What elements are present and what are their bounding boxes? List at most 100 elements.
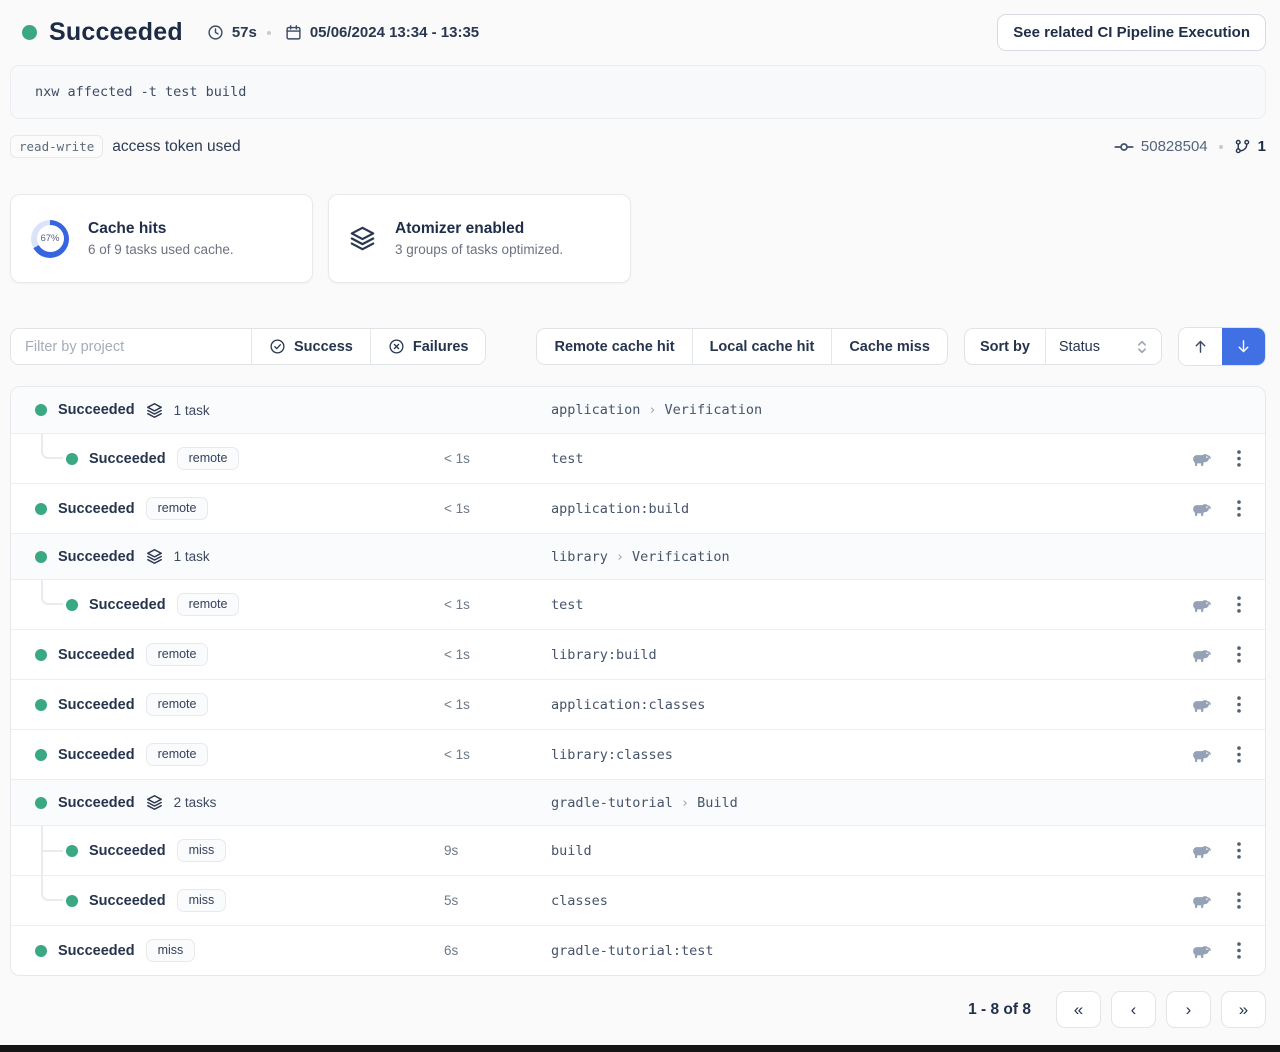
task-row[interactable]: Succeeded remote < 1s test: [11, 433, 1265, 483]
group-breadcrumb: library › Verification: [551, 549, 1161, 565]
cache-hits-donut-chart: 67%: [31, 220, 69, 258]
task-group-row: Succeeded 2 tasks gradle-tutorial › Buil…: [11, 779, 1265, 825]
see-related-ci-pipeline-button[interactable]: See related CI Pipeline Execution: [997, 14, 1266, 51]
task-duration: 5s: [444, 893, 551, 908]
cache-status-badge: miss: [177, 889, 227, 912]
gradle-scan-button[interactable]: [1191, 843, 1212, 859]
page-title: Succeeded: [49, 18, 183, 47]
row-menu-button[interactable]: [1237, 696, 1241, 713]
gradle-scan-button[interactable]: [1191, 647, 1212, 663]
row-status-label: Succeeded: [58, 501, 135, 517]
row-menu-button[interactable]: [1237, 646, 1241, 663]
kebab-menu-icon: [1237, 746, 1241, 763]
task-row[interactable]: Succeeded remote < 1s application:classe…: [11, 679, 1265, 729]
last-page-button[interactable]: »: [1221, 991, 1266, 1028]
run-header: Succeeded 57s 05/06/2024 13:34 - 13:35 S…: [0, 0, 1280, 51]
task-duration: < 1s: [444, 697, 551, 712]
sort-ascending-button[interactable]: [1179, 328, 1222, 365]
row-status-label: Succeeded: [89, 597, 166, 613]
card-title: Cache hits: [88, 220, 234, 238]
sort-descending-button[interactable]: [1222, 328, 1265, 365]
branch-count: 1: [1258, 138, 1266, 155]
row-menu-button[interactable]: [1237, 746, 1241, 763]
command-text: nxw affected -t test build: [35, 84, 246, 100]
task-name: application:classes: [551, 697, 1161, 713]
prev-page-button[interactable]: ‹: [1111, 991, 1156, 1028]
status-dot: [35, 699, 47, 711]
remote-cache-hit-button[interactable]: Remote cache hit: [537, 329, 691, 364]
gradle-scan-button[interactable]: [1191, 893, 1212, 909]
task-row[interactable]: Succeeded remote < 1s library:classes: [11, 729, 1265, 779]
kebab-menu-icon: [1237, 500, 1241, 517]
row-menu-button[interactable]: [1237, 892, 1241, 909]
task-group-row: Succeeded 1 task library › Verification: [11, 533, 1265, 579]
next-page-button[interactable]: ›: [1166, 991, 1211, 1028]
status-dot: [35, 551, 47, 563]
task-duration: < 1s: [444, 597, 551, 612]
row-menu-button[interactable]: [1237, 500, 1241, 517]
gradle-scan-button[interactable]: [1191, 747, 1212, 763]
sort-field-select[interactable]: Status: [1046, 329, 1161, 364]
row-status-label: Succeeded: [58, 943, 135, 959]
gradle-scan-button[interactable]: [1191, 501, 1212, 517]
gradle-elephant-icon: [1191, 597, 1212, 613]
group-breadcrumb: gradle-tutorial › Build: [551, 795, 1161, 811]
task-row[interactable]: Succeeded miss 5s classes: [11, 875, 1265, 925]
local-cache-hit-button[interactable]: Local cache hit: [692, 329, 832, 364]
filter-right-cluster: Remote cache hit Local cache hit Cache m…: [536, 327, 1266, 366]
task-duration: < 1s: [444, 501, 551, 516]
clock-icon: [207, 24, 224, 41]
row-menu-button[interactable]: [1237, 596, 1241, 613]
tree-connector: [41, 580, 63, 605]
next-page-icon: ›: [1186, 1000, 1192, 1020]
task-row[interactable]: Succeeded miss 6s gradle-tutorial:test: [11, 925, 1265, 975]
atomizer-card: Atomizer enabled 3 groups of tasks optim…: [328, 194, 631, 283]
prev-page-icon: ‹: [1131, 1000, 1137, 1020]
status-dot: [35, 749, 47, 761]
access-token-badge: read-write: [10, 135, 103, 158]
row-menu-button[interactable]: [1237, 450, 1241, 467]
gradle-scan-button[interactable]: [1191, 451, 1212, 467]
tree-connector: [41, 850, 63, 852]
failures-filter-button[interactable]: Failures: [370, 329, 486, 364]
task-row[interactable]: Succeeded remote < 1s library:build: [11, 629, 1265, 679]
task-row[interactable]: Succeeded miss 9s build: [11, 825, 1265, 875]
task-list: Succeeded 1 task application › Verificat…: [10, 386, 1266, 976]
kebab-menu-icon: [1237, 842, 1241, 859]
gradle-elephant-icon: [1191, 501, 1212, 517]
gradle-elephant-icon: [1191, 893, 1212, 909]
filter-by-project-input[interactable]: [11, 329, 251, 364]
first-page-icon: «: [1074, 1000, 1083, 1020]
gradle-scan-button[interactable]: [1191, 943, 1212, 959]
task-name: gradle-tutorial:test: [551, 943, 1161, 959]
status-dot: [66, 453, 78, 465]
gradle-elephant-icon: [1191, 647, 1212, 663]
breadcrumb-project: application: [551, 402, 640, 418]
row-menu-button[interactable]: [1237, 842, 1241, 859]
cache-status-badge: remote: [177, 447, 240, 470]
gradle-elephant-icon: [1191, 747, 1212, 763]
task-row[interactable]: Succeeded remote < 1s application:build: [11, 483, 1265, 533]
layers-icon: [146, 548, 163, 565]
row-menu-button[interactable]: [1237, 942, 1241, 959]
status-dot: [35, 503, 47, 515]
status-dot: [35, 945, 47, 957]
cache-status-badge: remote: [146, 743, 209, 766]
duration-label: 57s: [232, 24, 257, 41]
task-row[interactable]: Succeeded remote < 1s test: [11, 579, 1265, 629]
success-filter-button[interactable]: Success: [251, 329, 370, 364]
sort-by-label: Sort by: [965, 329, 1046, 364]
first-page-button[interactable]: «: [1056, 991, 1101, 1028]
date-range-label: 05/06/2024 13:34 - 13:35: [310, 24, 479, 41]
layers-icon: [349, 225, 376, 252]
row-status-label: Succeeded: [58, 697, 135, 713]
card-title: Atomizer enabled: [395, 220, 563, 238]
cache-status-badge: remote: [146, 497, 209, 520]
breadcrumb-category: Verification: [632, 549, 730, 565]
cache-miss-button[interactable]: Cache miss: [831, 329, 947, 364]
commit-number-link[interactable]: 50828504: [1141, 138, 1208, 155]
chevron-right-icon: ›: [648, 402, 656, 418]
cache-status-badge: remote: [146, 693, 209, 716]
gradle-scan-button[interactable]: [1191, 697, 1212, 713]
gradle-scan-button[interactable]: [1191, 597, 1212, 613]
